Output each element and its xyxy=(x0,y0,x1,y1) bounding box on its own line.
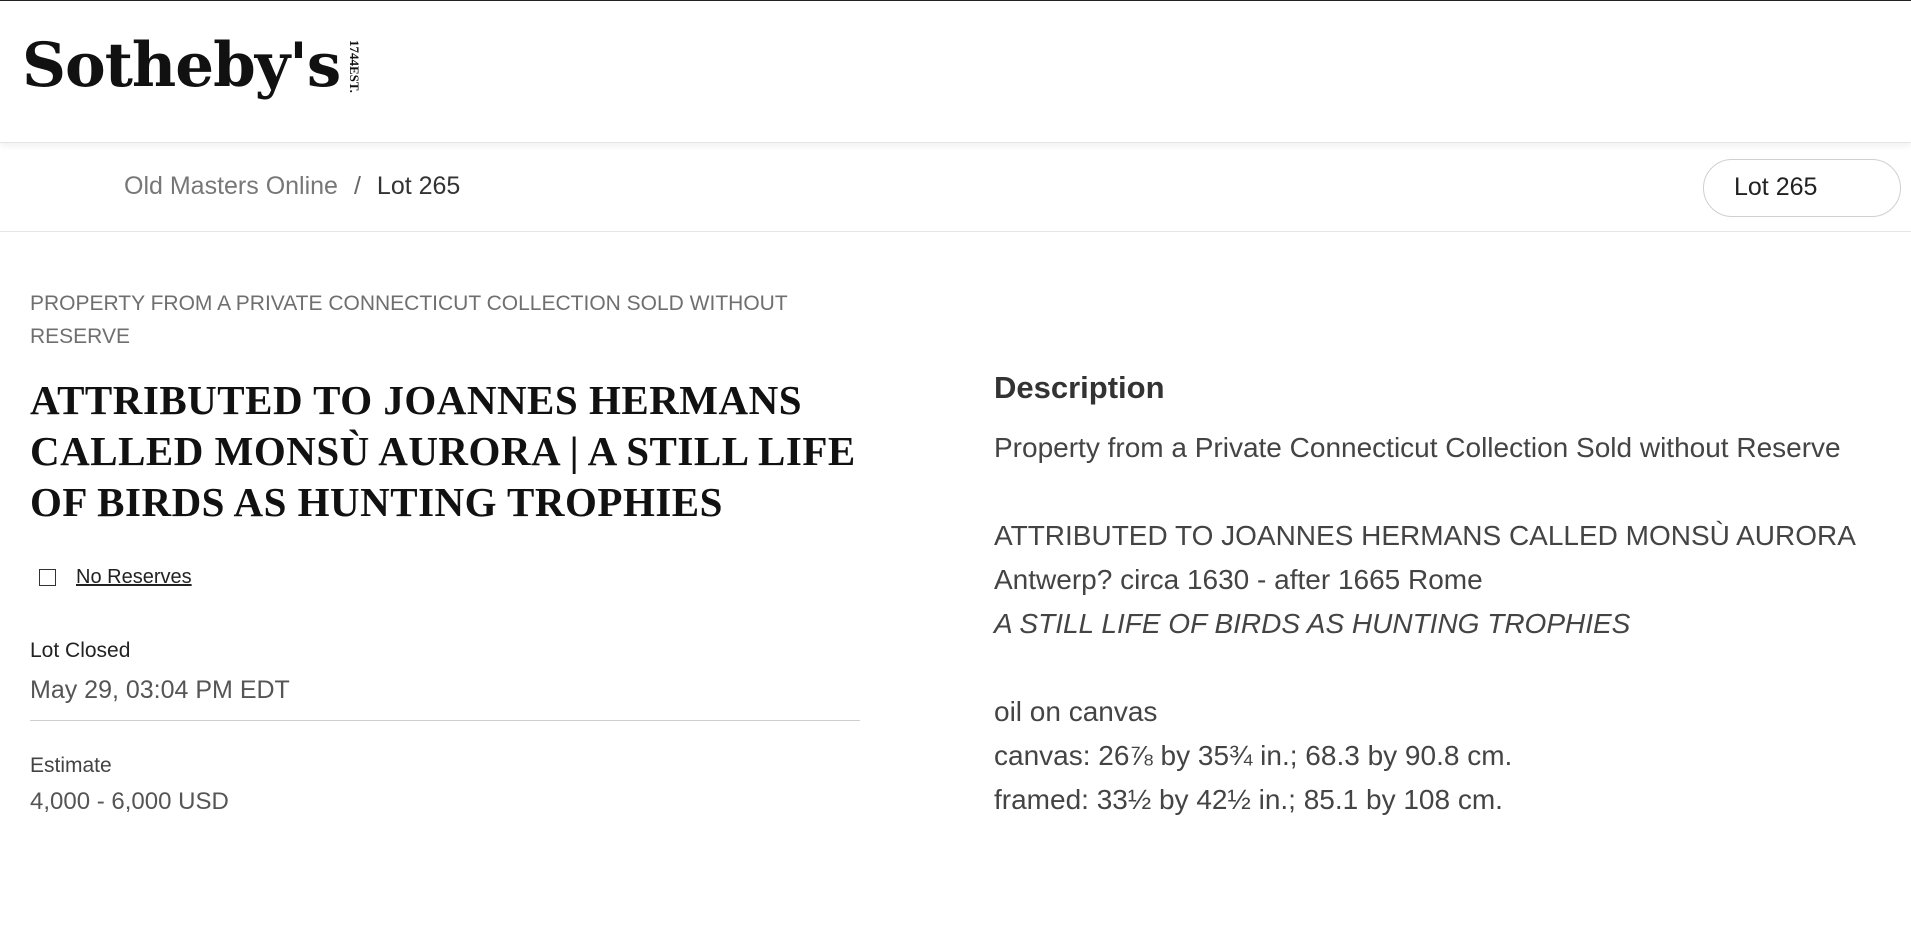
description-medium: oil on canvas xyxy=(994,696,1158,727)
estimate-label: Estimate xyxy=(30,754,112,777)
breadcrumb: Old Masters Online / Lot 265 xyxy=(124,172,460,201)
logo-est-label: EST. xyxy=(347,65,363,93)
no-reserves-link[interactable]: No Reserves xyxy=(76,566,192,589)
description-section: Description Property from a Private Conn… xyxy=(994,370,1904,822)
lot-closed-label: Lot Closed xyxy=(30,639,131,662)
estimate-value: 4,000 - 6,000 USD xyxy=(30,788,229,815)
lot-provenance: PROPERTY FROM A PRIVATE CONNECTICUT COLL… xyxy=(30,292,788,348)
lot-selector-button[interactable]: Lot 265 xyxy=(1703,159,1901,217)
lot-summary: PROPERTY FROM A PRIVATE CONNECTICUT COLL… xyxy=(30,287,860,816)
divider xyxy=(30,720,860,721)
sothebys-logo[interactable]: Sotheby's EST. 1744 xyxy=(22,30,363,101)
description-artist: ATTRIBUTED TO JOANNES HERMANS CALLED MON… xyxy=(994,520,1856,551)
breadcrumb-current: Lot 265 xyxy=(376,172,461,200)
description-framed-size: framed: 33½ by 42½ in.; 85.1 by 108 cm. xyxy=(994,784,1503,815)
logo-est-year: 1744 xyxy=(347,39,363,66)
description-provenance: Property from a Private Connecticut Coll… xyxy=(994,432,1841,463)
lot-closed-date: May 29, 03:04 PM EDT xyxy=(30,676,290,704)
logo-established: EST. 1744 xyxy=(347,39,363,93)
description-artist-dates: Antwerp? circa 1630 - after 1665 Rome xyxy=(994,564,1483,595)
description-heading: Description xyxy=(994,370,1165,405)
description-artwork-title: A STILL LIFE OF BIRDS AS HUNTING TROPHIE… xyxy=(994,608,1631,639)
lot-title: ATTRIBUTED TO JOANNES HERMANS CALLED MON… xyxy=(30,377,856,525)
breadcrumb-auction-link[interactable]: Old Masters Online xyxy=(124,172,338,201)
breadcrumb-bar: Old Masters Online / Lot 265 Lot 265 xyxy=(0,144,1911,232)
breadcrumb-separator: / xyxy=(353,172,361,200)
site-header: Sotheby's EST. 1744 xyxy=(0,0,1911,143)
no-reserves-icon xyxy=(39,569,56,586)
description-body: Property from a Private Connecticut Coll… xyxy=(994,426,1904,822)
no-reserves-row: No Reserves xyxy=(30,566,860,589)
logo-wordmark: Sotheby's xyxy=(22,30,341,101)
description-canvas-size: canvas: 26⅞ by 35¾ in.; 68.3 by 90.8 cm. xyxy=(994,740,1513,771)
